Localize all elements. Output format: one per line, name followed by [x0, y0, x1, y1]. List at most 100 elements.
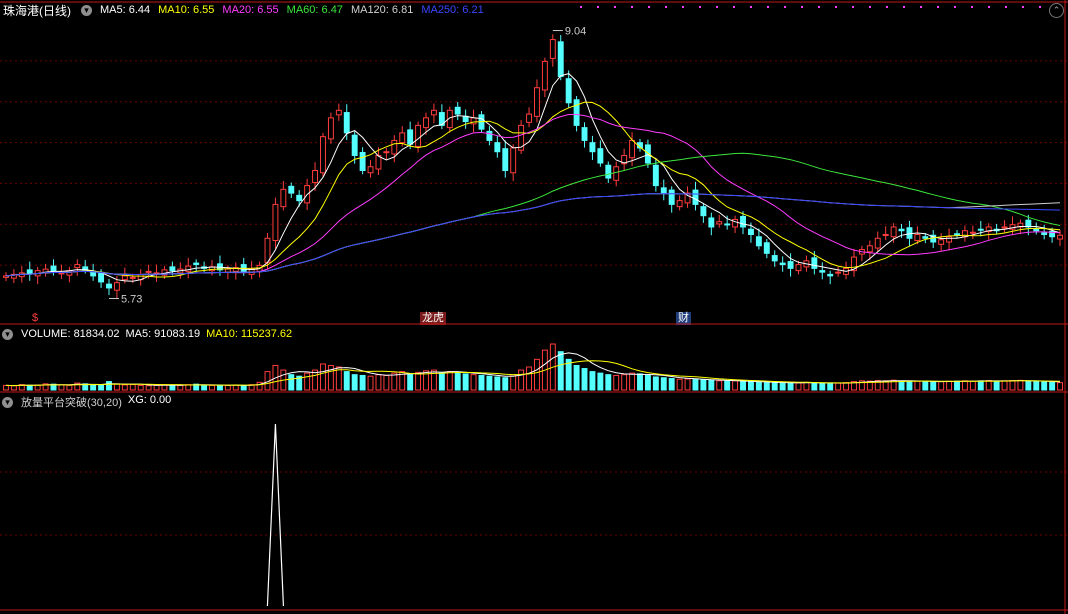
signal-dot	[648, 6, 650, 8]
signal-dot	[750, 6, 752, 8]
signal-dot	[631, 6, 633, 8]
signal-dot	[869, 6, 871, 8]
volume-bar	[835, 382, 842, 391]
volume-bar	[1057, 382, 1063, 391]
signal-dot	[903, 6, 905, 8]
candle-body	[914, 234, 921, 242]
candle-body	[296, 194, 303, 202]
candle-body	[430, 109, 437, 116]
volume-bar	[446, 371, 453, 391]
candle-body	[906, 227, 913, 239]
signal-dot	[767, 6, 769, 8]
signal-dot	[835, 6, 837, 8]
candle-body	[589, 142, 596, 153]
volume-bar	[470, 374, 477, 391]
candle-body	[335, 109, 342, 116]
xg-signal-spike	[266, 423, 285, 607]
volume-bar	[1025, 380, 1032, 391]
candle-body	[660, 187, 667, 194]
candle-body	[898, 228, 905, 232]
candle-body	[557, 41, 564, 77]
volume-bar	[969, 380, 976, 391]
candle-body	[629, 139, 636, 159]
ma20-line	[5, 114, 1061, 277]
candle-body	[716, 221, 723, 225]
signal-dot	[614, 6, 616, 8]
signal-dot	[988, 6, 990, 8]
volume-bar	[367, 375, 374, 391]
candle-body	[502, 148, 509, 172]
volume-bar	[684, 378, 691, 391]
signal-dot	[733, 6, 735, 8]
volume-bar	[985, 379, 992, 391]
signal-dot	[716, 6, 718, 8]
signal-dot	[920, 6, 922, 8]
volume-bar	[605, 374, 612, 391]
volume-bar	[66, 384, 73, 391]
candle-body	[106, 283, 112, 289]
volume-bar	[811, 382, 818, 391]
candle-body	[874, 237, 881, 249]
signal-dot	[954, 6, 956, 8]
candle-body	[351, 134, 358, 156]
volume-bar	[288, 374, 295, 391]
candle-body	[541, 60, 548, 91]
candle-body	[755, 236, 762, 247]
volume-bar	[106, 381, 112, 391]
volume-bar	[518, 369, 525, 391]
candle-body	[74, 264, 81, 269]
candle-body	[224, 268, 231, 273]
signal-dot	[1005, 6, 1007, 8]
candle-body	[969, 231, 976, 234]
candle-body	[359, 151, 366, 172]
candle-body	[922, 236, 929, 239]
volume-bar	[803, 381, 810, 391]
kline-chart[interactable]: 9.04 5.73	[0, 0, 1068, 614]
signal-dot	[937, 6, 939, 8]
candle-body	[272, 203, 279, 242]
candle-body	[787, 261, 794, 269]
candle-body	[771, 255, 778, 262]
volume-bar	[795, 382, 802, 391]
signal-dot	[580, 6, 582, 8]
volume-bar	[121, 384, 128, 391]
candle-body	[573, 99, 580, 126]
ma10-line	[5, 101, 1061, 278]
candle-body	[890, 226, 897, 238]
volume-bar	[415, 371, 422, 391]
volume-bar	[819, 382, 826, 391]
volume-bar	[304, 372, 311, 391]
candle-body	[954, 233, 960, 236]
volume-bar	[494, 376, 501, 391]
candle-body	[581, 127, 588, 141]
volume-bar	[320, 363, 326, 391]
volume-bar	[993, 380, 1000, 391]
volume-bar	[1049, 381, 1056, 391]
volume-bar	[613, 374, 620, 391]
candle-body	[454, 106, 461, 115]
candle-body	[708, 217, 715, 228]
candle-body	[692, 189, 699, 205]
candle-body	[676, 200, 683, 208]
candle-body	[1001, 226, 1008, 229]
candle-body	[1025, 219, 1032, 228]
volume-bar	[359, 374, 366, 391]
volume-bar	[407, 374, 414, 391]
volume-bar	[938, 381, 945, 391]
candle-body	[510, 147, 517, 174]
volume-bar	[898, 380, 905, 391]
volume-ma5-line	[5, 352, 1061, 387]
volume-bar	[383, 374, 390, 391]
candle-body	[486, 130, 493, 141]
volume-bar	[668, 378, 675, 391]
volume-bar	[771, 382, 778, 391]
volume-bar	[534, 358, 540, 391]
candle-body	[613, 166, 620, 181]
volume-bar	[589, 371, 596, 391]
candle-body	[407, 129, 414, 145]
candle-body	[1033, 228, 1040, 232]
candle-body	[58, 272, 65, 275]
volume-bar	[763, 382, 770, 391]
candle-body	[597, 148, 604, 164]
candle-body	[169, 266, 176, 272]
